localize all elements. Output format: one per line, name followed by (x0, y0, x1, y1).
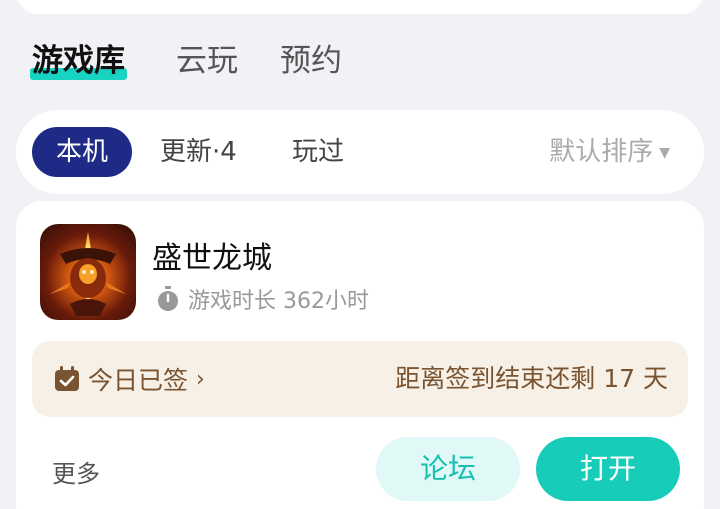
checkin-status[interactable]: 今日已签 › (54, 341, 205, 417)
game-card: 盛世龙城 游戏时长 362小时 今日已签 › 距离签到结束还剩 17 天 更多 … (16, 201, 704, 509)
caret-down-icon: ▼ (659, 144, 670, 161)
game-icon[interactable] (40, 224, 136, 320)
filter-bar: 本机 更新·4 玩过 默认排序 ▼ (16, 110, 704, 194)
tab-game-library[interactable]: 游戏库 (30, 38, 127, 84)
calendar-check-icon (55, 366, 79, 391)
open-button[interactable]: 打开 (536, 437, 680, 501)
playtime: 游戏时长 362小时 (156, 283, 369, 315)
sort-label: 默认排序 (549, 137, 654, 167)
filter-local[interactable]: 本机 (32, 127, 133, 177)
tab-label: 预约 (280, 43, 342, 79)
stopwatch-icon (158, 286, 178, 311)
tab-cloud-play[interactable]: 云玩 (176, 38, 238, 84)
tab-reservation[interactable]: 预约 (280, 38, 342, 84)
checkin-banner[interactable]: 今日已签 › 距离签到结束还剩 17 天 (32, 341, 688, 417)
top-card (16, 0, 704, 14)
game-title[interactable]: 盛世龙城 (152, 233, 272, 277)
playtime-text: 游戏时长 362小时 (188, 289, 369, 314)
tab-label: 云玩 (176, 43, 238, 79)
tab-label: 游戏库 (32, 43, 125, 79)
sort-dropdown[interactable]: 默认排序 ▼ (549, 127, 670, 177)
more-button[interactable]: 更多 (52, 454, 100, 489)
checkin-countdown: 距离签到结束还剩 17 天 (395, 364, 668, 393)
filter-played[interactable]: 玩过 (292, 127, 344, 177)
chevron-right-icon: › (196, 366, 205, 392)
filter-updates[interactable]: 更新·4 (160, 127, 237, 177)
checkin-status-text: 今日已签 (88, 366, 189, 395)
forum-button[interactable]: 论坛 (376, 437, 520, 501)
